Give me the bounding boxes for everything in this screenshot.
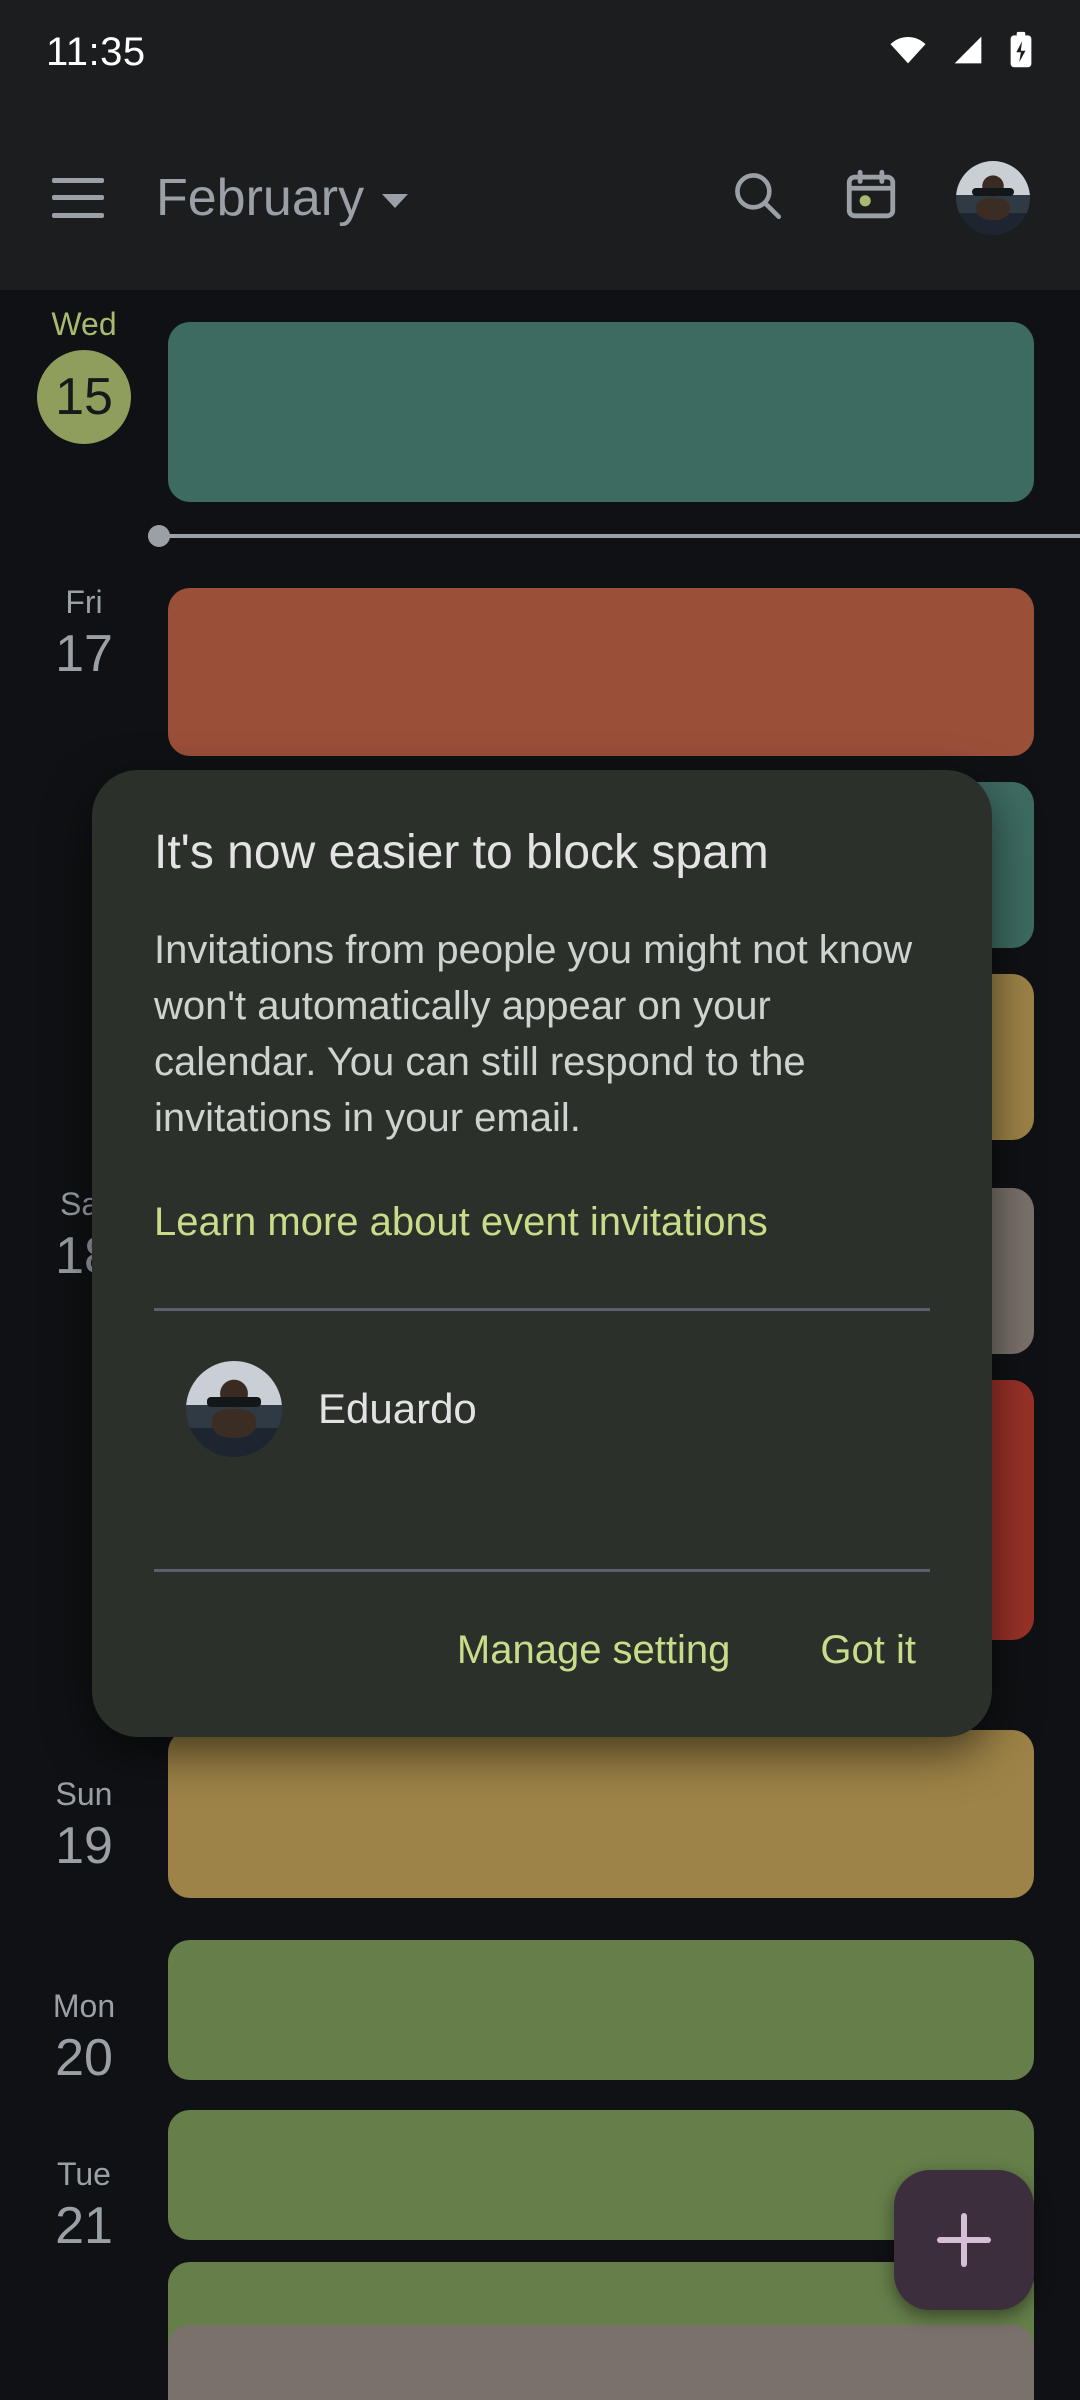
create-event-fab[interactable] xyxy=(894,2170,1034,2310)
chevron-down-icon xyxy=(382,194,408,208)
app-bar: February xyxy=(0,105,1080,290)
spam-block-dialog: It's now easier to block spam Invitation… xyxy=(92,770,992,1737)
day-label-21[interactable]: Tue21 xyxy=(0,2154,168,2258)
event-block[interactable] xyxy=(168,1940,1034,2080)
status-bar-icons xyxy=(888,31,1034,74)
wifi-icon xyxy=(888,35,928,70)
dialog-title: It's now easier to block spam xyxy=(154,824,930,882)
dialog-body: Invitations from people you might not kn… xyxy=(154,922,930,1146)
day-of-week: Fri xyxy=(0,582,168,622)
day-of-week: Sun xyxy=(0,1774,168,1814)
current-time-line xyxy=(148,534,1080,538)
day-number: 17 xyxy=(0,622,168,686)
event-block[interactable] xyxy=(168,2325,1034,2400)
day-label-17[interactable]: Fri17 xyxy=(0,582,168,686)
event-block[interactable] xyxy=(168,1730,1034,1898)
day-label-20[interactable]: Mon20 xyxy=(0,1986,168,2090)
app-bar-actions xyxy=(728,161,1040,235)
account-avatar xyxy=(186,1361,282,1457)
calendar-today-icon[interactable] xyxy=(842,166,900,229)
day-of-week: Mon xyxy=(0,1986,168,2026)
hamburger-menu-icon[interactable] xyxy=(52,178,104,218)
month-selector[interactable]: February xyxy=(156,168,408,228)
dialog-actions: Manage setting Got it xyxy=(154,1572,930,1737)
day-of-week: Tue xyxy=(0,2154,168,2194)
day-number: 19 xyxy=(0,1814,168,1878)
status-bar-clock: 11:35 xyxy=(46,30,146,75)
month-label: February xyxy=(156,168,364,228)
day-label-19[interactable]: Sun19 xyxy=(0,1774,168,1878)
current-time-dot xyxy=(148,525,170,547)
learn-more-link[interactable]: Learn more about event invitations xyxy=(154,1194,768,1250)
cellular-signal-icon xyxy=(950,35,986,70)
day-number: 15 xyxy=(37,350,131,444)
status-bar: 11:35 xyxy=(0,0,1080,105)
day-label-15[interactable]: Wed 15 xyxy=(0,304,168,444)
event-block[interactable] xyxy=(168,588,1034,756)
got-it-button[interactable]: Got it xyxy=(820,1628,916,1673)
day-number: 21 xyxy=(0,2194,168,2258)
search-icon[interactable] xyxy=(728,166,786,229)
avatar[interactable] xyxy=(956,161,1030,235)
day-of-week: Wed xyxy=(0,304,168,344)
event-block[interactable] xyxy=(168,322,1034,502)
phone-screen: 11:35 February xyxy=(0,0,1080,2400)
account-name: Eduardo xyxy=(318,1385,477,1433)
day-number: 20 xyxy=(0,2026,168,2090)
manage-setting-button[interactable]: Manage setting xyxy=(457,1628,731,1673)
dialog-account-row[interactable]: Eduardo xyxy=(154,1311,930,1511)
battery-charging-icon xyxy=(1008,31,1034,74)
